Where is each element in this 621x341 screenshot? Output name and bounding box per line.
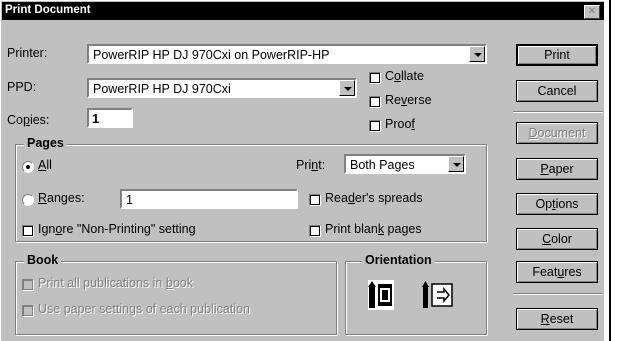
printer-label: Printer: (7, 46, 48, 60)
reverse-label: Reverse (385, 93, 432, 107)
copies-value: 1 (92, 111, 100, 126)
pages-ranges-label: Ranges: (38, 191, 85, 205)
color-button[interactable]: Color (516, 228, 598, 250)
ignore-nonprinting-label: Ignore "Non-Printing" setting (38, 222, 196, 236)
ppd-label: PPD: (7, 80, 37, 94)
reverse-checkbox[interactable] (369, 96, 381, 108)
use-paper-settings-label: Use paper settings of each publication (38, 302, 250, 316)
pages-all-label: All (38, 158, 52, 172)
book-group: Book Print all publications in book Use … (15, 253, 337, 335)
orientation-group-label: Orientation (362, 253, 435, 267)
orientation-group: Orientation (345, 253, 487, 335)
close-button[interactable]: ✕ (584, 5, 600, 19)
print-pages-select[interactable]: Both Pages (344, 154, 466, 174)
copies-label: Copies: (7, 113, 50, 127)
title-bar: Print Document ✕ (2, 2, 604, 20)
pages-ranges-radio[interactable] (22, 194, 34, 206)
print-label: Print: (296, 158, 326, 172)
collate-checkbox[interactable] (369, 72, 381, 84)
ppd-select[interactable]: PowerRIP HP DJ 970Cxi (87, 78, 357, 98)
print-pages-value: Both Pages (350, 158, 415, 172)
portrait-orientation-icon[interactable] (368, 280, 394, 310)
chevron-down-icon[interactable] (448, 156, 464, 172)
pages-group: Pages All Print: Both Pages Ranges: 1 Re… (15, 136, 487, 242)
paper-button[interactable]: Paper (516, 158, 598, 180)
ignore-nonprinting-checkbox[interactable] (22, 225, 34, 237)
blank-pages-checkbox[interactable] (309, 225, 321, 237)
copies-input[interactable]: 1 (87, 108, 133, 128)
chevron-down-icon[interactable] (339, 80, 355, 96)
document-button[interactable]: Document (516, 122, 598, 144)
chevron-down-icon[interactable] (469, 46, 485, 62)
ppd-value: PowerRIP HP DJ 970Cxi (93, 82, 231, 96)
separator (513, 293, 603, 295)
printer-value: PowerRIP HP DJ 970Cxi on PowerRIP-HP (93, 48, 330, 62)
print-all-publications-checkbox[interactable] (22, 279, 34, 291)
ranges-input[interactable]: 1 (120, 189, 298, 209)
reset-button[interactable]: Reset (516, 308, 598, 330)
ranges-value: 1 (126, 193, 133, 207)
readers-spreads-label: Reader's spreads (325, 191, 423, 205)
window-title: Print Document (5, 4, 91, 16)
use-paper-settings-checkbox[interactable] (22, 305, 34, 317)
background-divider (609, 0, 611, 341)
features-button[interactable]: Features (516, 261, 598, 283)
collate-label: Collate (385, 69, 424, 83)
cancel-button[interactable]: Cancel (516, 80, 598, 102)
print-button[interactable]: Print (516, 44, 598, 66)
print-document-dialog: Print Document ✕ Printer: PowerRIP HP DJ… (0, 0, 604, 341)
pages-group-label: Pages (24, 136, 67, 150)
proof-label: Proof (385, 117, 415, 131)
book-group-label: Book (24, 253, 62, 267)
pages-all-radio[interactable] (22, 161, 34, 173)
blank-pages-label: Print blank pages (325, 222, 422, 236)
printer-select[interactable]: PowerRIP HP DJ 970Cxi on PowerRIP-HP (87, 44, 487, 64)
separator (513, 111, 603, 113)
options-button[interactable]: Options (516, 193, 598, 215)
print-all-publications-label: Print all publications in book (38, 276, 193, 290)
readers-spreads-checkbox[interactable] (309, 194, 321, 206)
landscape-orientation-icon[interactable] (422, 280, 454, 310)
proof-checkbox[interactable] (369, 120, 381, 132)
